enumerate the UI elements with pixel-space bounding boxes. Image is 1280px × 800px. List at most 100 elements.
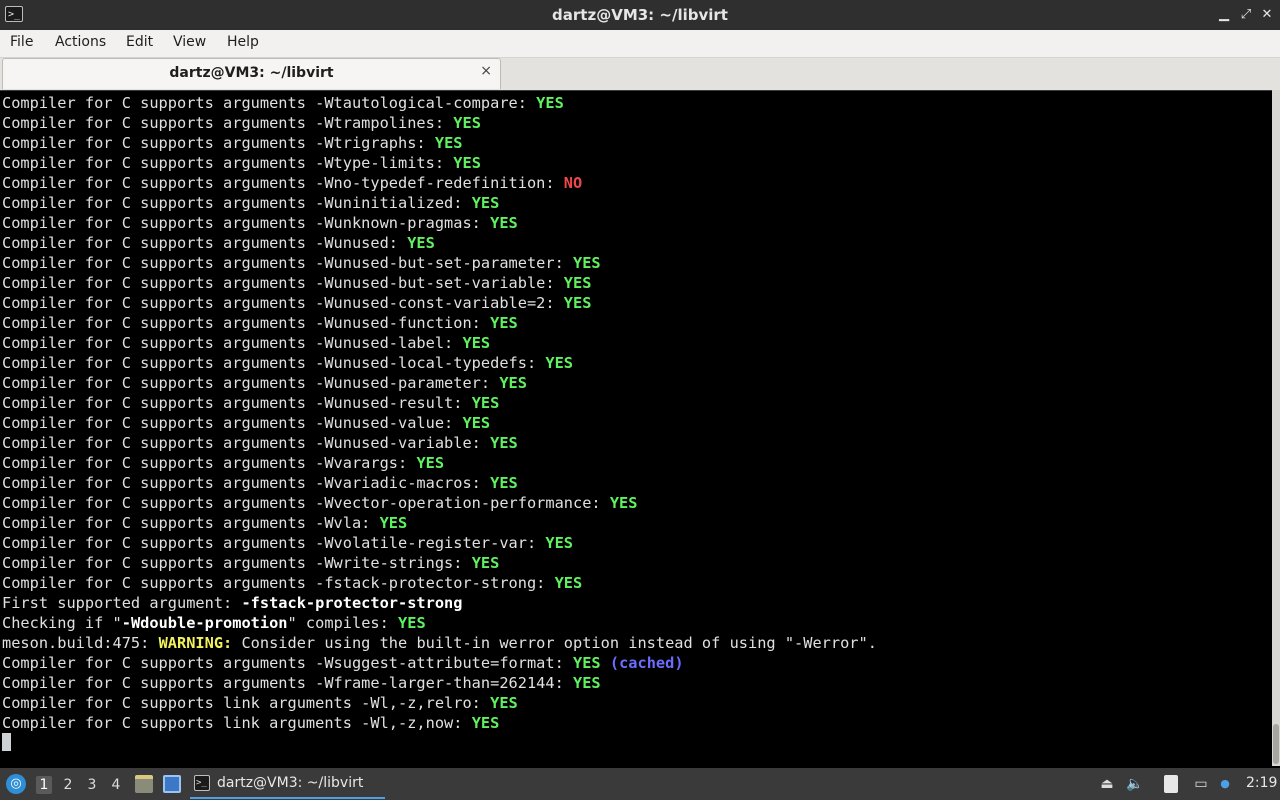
terminal-line: Checking if "-Wdouble-promotion" compile… [2, 613, 877, 633]
terminal-text: Compiler for C supports arguments -Wvla: [2, 514, 380, 532]
terminal-text: Compiler for C supports arguments -Wno-t… [2, 174, 564, 192]
terminal-line: Compiler for C supports arguments -fstac… [2, 573, 877, 593]
terminal-line: Compiler for C supports arguments -Wsugg… [2, 653, 877, 673]
terminal-line: Compiler for C supports arguments -Wtaut… [2, 93, 877, 113]
terminal-line: Compiler for C supports arguments -Wno-t… [2, 173, 877, 193]
terminal-line: Compiler for C supports link arguments -… [2, 713, 877, 733]
terminal-yes-text: YES [398, 614, 426, 632]
terminal-yes-text: YES [490, 474, 518, 492]
start-menu-icon[interactable]: ◎ [6, 774, 26, 794]
taskbar: ◎ 1 2 3 4 >_ dartz@VM3: ~/libvirt ⏏ 🔈 ▭ … [0, 768, 1280, 800]
terminal-yes-text: YES [499, 374, 527, 392]
file-manager-icon[interactable] [135, 775, 153, 793]
terminal-text: Compiler for C supports arguments -Wunus… [2, 394, 472, 412]
terminal-text: Compiler for C supports arguments -Wunus… [2, 414, 463, 432]
network-icon[interactable]: ▭ [1192, 775, 1210, 793]
terminal-boldw-text: -fstack-protector-strong [241, 594, 463, 612]
desktop-icon[interactable] [163, 775, 181, 793]
terminal-text: Compiler for C supports arguments -Wunus… [2, 374, 500, 392]
terminal-yes-text: YES [573, 654, 601, 672]
menu-actions[interactable]: Actions [53, 34, 108, 50]
terminal-yes-text: YES [471, 394, 500, 412]
menu-file[interactable]: File [8, 34, 35, 50]
terminal-text: Compiler for C supports arguments -Wtrig… [2, 134, 435, 152]
terminal-text: Compiler for C supports arguments -Wtram… [2, 114, 454, 132]
terminal-yes-text: YES [490, 434, 518, 452]
scrollbar-thumb[interactable] [1273, 724, 1279, 764]
terminal-warn-text: WARNING: [158, 634, 233, 652]
terminal-text: Compiler for C supports arguments -Wsugg… [2, 654, 573, 672]
terminal-yes-text: YES [609, 494, 638, 512]
terminal-line: Compiler for C supports arguments -Wunus… [2, 413, 877, 433]
terminal-text: Compiler for C supports arguments -Wunin… [2, 194, 472, 212]
terminal-line: Compiler for C supports arguments -Wvari… [2, 473, 877, 493]
window-titlebar[interactable]: >_ dartz@VM3: ~/libvirt ▁ ⤢ ✕ [0, 0, 1280, 30]
terminal-line: meson.build:475: WARNING: Consider using… [2, 633, 877, 653]
terminal-text: Compiler for C supports arguments -fstac… [2, 574, 555, 592]
terminal-text: meson.build:475: [2, 634, 159, 652]
terminal-text: Compiler for C supports link arguments -… [2, 714, 472, 732]
terminal-cached-text: (cached) [609, 654, 684, 672]
terminal-output: Compiler for C supports arguments -Wtaut… [2, 93, 877, 733]
terminal-text: Checking if " [2, 614, 122, 632]
menu-help[interactable]: Help [225, 34, 261, 50]
terminal-line: Compiler for C supports arguments -Wunus… [2, 293, 877, 313]
restore-button[interactable]: ⤢ [1237, 6, 1255, 24]
terminal-text: Compiler for C supports arguments -Wunus… [2, 334, 463, 352]
removable-media-icon[interactable]: ⏏ [1098, 775, 1116, 793]
terminal-line: Compiler for C supports arguments -Wfram… [2, 673, 877, 693]
workspace-2[interactable]: 2 [60, 776, 76, 794]
tab-close-icon[interactable]: × [480, 63, 492, 79]
close-window-button[interactable]: ✕ [1258, 6, 1276, 24]
tab-terminal[interactable]: dartz@VM3: ~/libvirt × [2, 58, 501, 89]
terminal-yes-text: YES [416, 454, 445, 472]
terminal-yes-text: YES [490, 214, 518, 232]
workspace-1[interactable]: 1 [36, 776, 52, 794]
terminal-line: Compiler for C supports arguments -Wvola… [2, 533, 877, 553]
window-title: dartz@VM3: ~/libvirt [552, 6, 728, 24]
terminal-no-text: NO [563, 174, 583, 192]
terminal-text: Compiler for C supports arguments -Wwrit… [2, 554, 472, 572]
menu-view[interactable]: View [171, 34, 208, 50]
terminal-text: Compiler for C supports arguments -Wunkn… [2, 214, 491, 232]
terminal-yes-text: YES [471, 714, 500, 732]
terminal-text: Compiler for C supports arguments -Wvola… [2, 534, 546, 552]
terminal-text: Compiler for C supports arguments -Wvari… [2, 474, 491, 492]
terminal-yes-text: YES [545, 534, 574, 552]
menu-edit[interactable]: Edit [124, 34, 155, 50]
terminal-line: Compiler for C supports arguments -Wunus… [2, 253, 877, 273]
terminal-yes-text: YES [462, 334, 491, 352]
terminal-cursor [2, 733, 11, 751]
terminal-yes-text: YES [554, 574, 583, 592]
terminal-yes-text: YES [434, 134, 463, 152]
task-label: dartz@VM3: ~/libvirt [217, 775, 364, 791]
terminal-scrollbar[interactable] [1272, 90, 1280, 766]
terminal-text: Compiler for C supports arguments -Wunus… [2, 294, 564, 312]
clock[interactable]: 2:19 [1246, 775, 1277, 791]
taskbar-task-terminal[interactable]: >_ dartz@VM3: ~/libvirt [190, 771, 385, 799]
terminal-yes-text: YES [573, 254, 601, 272]
notification-icon[interactable]: ● [1216, 775, 1234, 793]
volume-icon[interactable]: 🔈 [1126, 775, 1144, 793]
terminal-yes-text: YES [471, 554, 500, 572]
terminal-line: Compiler for C supports arguments -Wvara… [2, 453, 877, 473]
terminal-line: Compiler for C supports link arguments -… [2, 693, 877, 713]
terminal-line: Compiler for C supports arguments -Wunus… [2, 233, 877, 253]
terminal-line: Compiler for C supports arguments -Wunus… [2, 313, 877, 333]
workspace-4[interactable]: 4 [108, 776, 124, 794]
terminal-yes-text: YES [462, 414, 491, 432]
terminal-line: Compiler for C supports arguments -Wvla:… [2, 513, 877, 533]
minimize-button[interactable]: ▁ [1215, 6, 1233, 24]
terminal-text: Compiler for C supports arguments -Wtaut… [2, 94, 537, 112]
terminal-line: Compiler for C supports arguments -Wunus… [2, 373, 877, 393]
terminal-yes-text: YES [563, 294, 592, 312]
terminal-yes-text: YES [379, 514, 408, 532]
terminal-line: Compiler for C supports arguments -Wunkn… [2, 213, 877, 233]
clipboard-icon[interactable] [1164, 775, 1178, 793]
terminal-yes-text: YES [490, 694, 518, 712]
terminal-text: Compiler for C supports arguments -Wunus… [2, 254, 573, 272]
workspace-3[interactable]: 3 [84, 776, 100, 794]
terminal-view[interactable]: Compiler for C supports arguments -Wtaut… [0, 90, 1272, 767]
terminal-line: Compiler for C supports arguments -Wvect… [2, 493, 877, 513]
terminal-line: First supported argument: -fstack-protec… [2, 593, 877, 613]
